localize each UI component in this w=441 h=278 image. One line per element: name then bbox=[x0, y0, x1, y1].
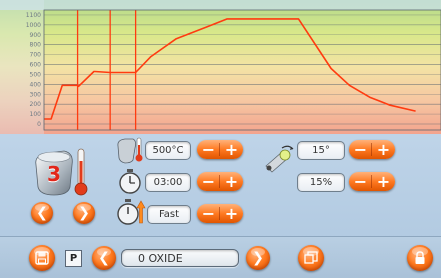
percent-field[interactable]: 15% bbox=[297, 173, 345, 192]
arrow-right-icon: ❯ bbox=[252, 250, 264, 266]
time-increase-button[interactable]: + bbox=[220, 172, 243, 191]
speed-field[interactable]: Fast bbox=[147, 205, 191, 224]
temperature-profile-chart: 110010009008007006005004003002001000 bbox=[0, 0, 441, 134]
copy-button[interactable] bbox=[298, 245, 324, 271]
time-decrease-button[interactable]: − bbox=[197, 172, 220, 191]
temperature-stepper: − + bbox=[197, 140, 243, 159]
percent-decrease-button[interactable]: − bbox=[349, 172, 372, 191]
save-icon bbox=[29, 245, 55, 271]
angle-increase-button[interactable]: + bbox=[372, 140, 395, 159]
arrow-left-icon: ❮ bbox=[98, 250, 110, 266]
app-window: 1100 1000 900 800 700 600 500 400 300 200 100 0 3 ❮… bbox=[0, 0, 441, 278]
program-name-field[interactable]: 0 OXIDE bbox=[121, 249, 239, 267]
y-tick-label: 700 bbox=[30, 52, 42, 59]
next-program-list-button[interactable]: ❯ bbox=[246, 246, 270, 270]
speed-decrease-button[interactable]: − bbox=[197, 204, 220, 223]
y-tick-label: 1000 bbox=[26, 22, 41, 29]
program-indicator: P bbox=[65, 250, 82, 267]
angle-stepper: − + bbox=[349, 140, 395, 159]
speed-increase-button[interactable]: + bbox=[220, 204, 243, 223]
temperature-field[interactable]: 500°C bbox=[145, 141, 191, 160]
y-tick-label: 800 bbox=[30, 42, 42, 49]
bottom-toolbar: P ❮ 0 OXIDE ❯ bbox=[0, 236, 441, 278]
next-program-button[interactable]: ❯ bbox=[73, 202, 95, 224]
y-tick-label: 900 bbox=[30, 32, 42, 39]
speed-stepper: − + bbox=[197, 204, 243, 223]
y-tick-label: 1100 bbox=[26, 12, 41, 19]
crucible-icon bbox=[115, 136, 145, 164]
lock-button[interactable] bbox=[407, 245, 433, 271]
temperature-decrease-button[interactable]: − bbox=[197, 140, 220, 159]
chart-top-band bbox=[0, 0, 441, 10]
angle-decrease-button[interactable]: − bbox=[349, 140, 372, 159]
y-tick-label: 100 bbox=[30, 111, 42, 118]
tilt-lamp-icon bbox=[262, 144, 296, 174]
y-tick-label: 300 bbox=[30, 91, 42, 98]
program-number: 3 bbox=[47, 162, 61, 186]
arrow-right-icon: ❯ bbox=[78, 205, 90, 221]
percent-increase-button[interactable]: + bbox=[372, 172, 395, 191]
angle-field[interactable]: 15° bbox=[297, 141, 345, 160]
save-button[interactable] bbox=[29, 245, 55, 271]
arrow-left-icon: ❮ bbox=[36, 205, 48, 221]
y-tick-label: 400 bbox=[30, 81, 42, 88]
y-tick-label: 500 bbox=[30, 71, 42, 78]
stopwatch-icon bbox=[117, 168, 143, 194]
stopwatch-speed-icon bbox=[115, 197, 147, 227]
percent-stepper: − + bbox=[349, 172, 395, 191]
y-tick-label: 0 bbox=[37, 121, 41, 128]
previous-program-button[interactable]: ❮ bbox=[31, 202, 53, 224]
chart-background bbox=[0, 0, 441, 134]
y-tick-label: 600 bbox=[30, 62, 42, 69]
time-stepper: − + bbox=[197, 172, 243, 191]
previous-program-list-button[interactable]: ❮ bbox=[92, 246, 116, 270]
temperature-increase-button[interactable]: + bbox=[220, 140, 243, 159]
lock-icon bbox=[407, 245, 433, 271]
time-field[interactable]: 03:00 bbox=[145, 173, 191, 192]
copy-icon bbox=[298, 245, 324, 271]
y-tick-label: 200 bbox=[30, 101, 42, 108]
